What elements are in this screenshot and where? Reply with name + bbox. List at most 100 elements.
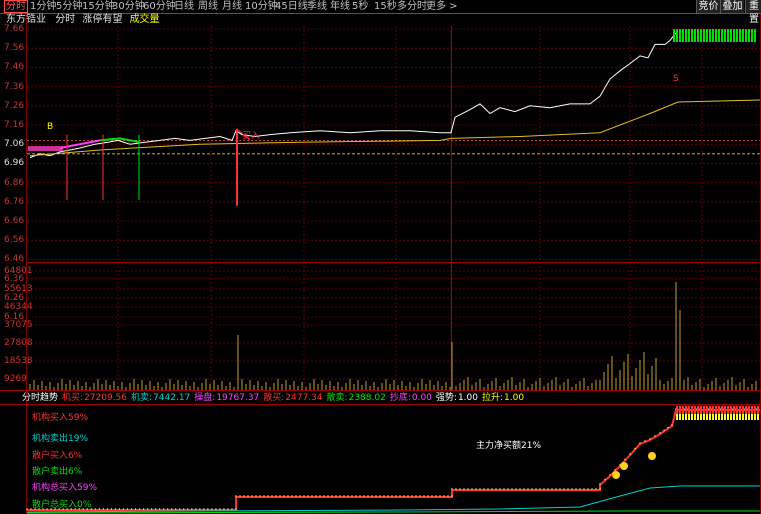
institution-buy-dot (403, 495, 405, 497)
indicator-item-label: 强势: (435, 393, 457, 403)
signal-tag: 涨停有望 (82, 14, 123, 25)
institution-buy-dot (575, 488, 577, 490)
strength-block (700, 406, 702, 414)
institution-buy-dot (471, 488, 473, 490)
institution-buy-dot (122, 508, 125, 510)
toolbar-button[interactable]: 竞价 (696, 0, 720, 13)
period-tab[interactable]: 45日线 (275, 0, 308, 13)
strength-block (685, 414, 687, 420)
indicator-item-value: 7442.17 (153, 393, 191, 403)
period-tab[interactable]: 周线 (198, 0, 218, 13)
strength-block (706, 406, 708, 414)
institution-buy-dot (629, 453, 631, 455)
volume-tick: 64801 (4, 266, 33, 276)
period-tab[interactable]: 更多 > (426, 0, 458, 13)
volume-tick: 37075 (4, 320, 33, 330)
period-tab[interactable]: 60分钟 (143, 0, 176, 13)
institution-buy-dot (162, 508, 165, 510)
institution-buy-dot (467, 488, 469, 490)
institution-buy-dot (158, 508, 161, 510)
volume-tick: 46344 (4, 302, 33, 312)
institution-buy-dot (499, 488, 501, 490)
institution-buy-dot (579, 488, 581, 490)
period-tab[interactable]: 月线 (222, 0, 242, 13)
strength-block (682, 406, 684, 414)
institution-buy-dot (223, 508, 225, 510)
period-tab[interactable]: 1分钟 (30, 0, 56, 13)
period-tab[interactable]: 15分钟 (82, 0, 115, 13)
strength-block (739, 414, 741, 420)
institution-buy-dot (511, 488, 513, 490)
institution-buy-dot (287, 495, 289, 497)
strength-block (685, 406, 687, 414)
indicator-item: 散买:2477.34 (263, 393, 322, 403)
period-tab[interactable]: 多分时 (397, 0, 427, 13)
indicator-item: 散卖:2388.02 (327, 393, 386, 403)
period-tab[interactable]: 15秒 (374, 0, 397, 13)
strength-block (703, 414, 705, 420)
period-tab[interactable]: 10分钟 (245, 0, 278, 13)
strength-block (694, 414, 696, 420)
strength-block (757, 414, 759, 420)
institution-buy-dot (311, 495, 313, 497)
strength-block (733, 414, 735, 420)
institution-buy-dot (583, 488, 585, 490)
strength-block (676, 414, 678, 420)
institution-buy-dot (359, 495, 361, 497)
strength-block (724, 414, 726, 420)
institution-buy-dot (519, 488, 521, 490)
price-tick: 7.06 (4, 139, 25, 150)
indicator-item-label: 抄底: (389, 393, 411, 403)
price-tick: 6.66 (4, 216, 25, 226)
indicator-item: 机卖:7442.17 (131, 393, 190, 403)
indicator-item: 强势:1.00 (436, 393, 478, 403)
strength-block (730, 406, 732, 414)
period-tab[interactable]: 年线 (330, 0, 350, 13)
strength-block (691, 414, 693, 420)
institution-buy-dot (539, 488, 541, 490)
institution-buy-dot (379, 495, 381, 497)
institution-buy-dot (634, 447, 636, 450)
indicator-item-value: 0.00 (411, 393, 432, 403)
institution-buy-dot (475, 488, 477, 490)
indicator-item-label: 机卖: (131, 393, 153, 403)
institution-buy-dot (114, 508, 117, 510)
institution-buy-dot (102, 508, 105, 510)
price-tick: 7.26 (4, 100, 25, 111)
toolbar-button[interactable]: 叠加 (720, 0, 744, 13)
institution-buy-dot (279, 495, 281, 497)
institution-buy-dot (367, 495, 369, 497)
institution-buy-dot (295, 495, 297, 497)
strength-block (688, 414, 690, 420)
period-tab[interactable]: 5秒 (352, 0, 368, 13)
intraday-chart[interactable]: B S 买入 (0, 0, 761, 514)
institution-buy-dot (355, 495, 357, 497)
indicator-legend-item: 机构买入59% (32, 413, 89, 423)
institution-buy-dot (110, 508, 113, 510)
institution-buy-dot (407, 495, 409, 497)
period-tab[interactable]: 5分钟 (56, 0, 82, 13)
period-tab[interactable]: 分时 (4, 0, 28, 13)
strength-block (697, 406, 699, 414)
institution-buy-dot (463, 488, 465, 490)
toolbar-button[interactable]: 重置 (745, 0, 761, 25)
institution-buy-dot (609, 474, 611, 476)
volume-tick: 55613 (4, 284, 33, 294)
institution-buy-dot (459, 488, 461, 490)
institution-buy-dot (491, 488, 493, 490)
period-tab[interactable]: 30分钟 (112, 0, 145, 13)
strength-block (736, 406, 738, 414)
institution-buy-dot (331, 495, 333, 497)
institution-buy-dot (451, 495, 453, 497)
indicator-item: 抄底:0.00 (390, 393, 432, 403)
strength-block (715, 406, 717, 414)
strength-block (751, 414, 753, 420)
period-tab[interactable]: 季线 (307, 0, 327, 13)
institution-buy-dot (515, 488, 517, 490)
indicator-item-value: 2477.34 (285, 393, 323, 403)
smiley-icon (612, 471, 620, 479)
period-tab[interactable]: 日线 (174, 0, 194, 13)
institution-buy-dot (527, 488, 529, 490)
institution-buy-dot (483, 488, 485, 490)
volume-tick: 9269 (4, 374, 27, 384)
